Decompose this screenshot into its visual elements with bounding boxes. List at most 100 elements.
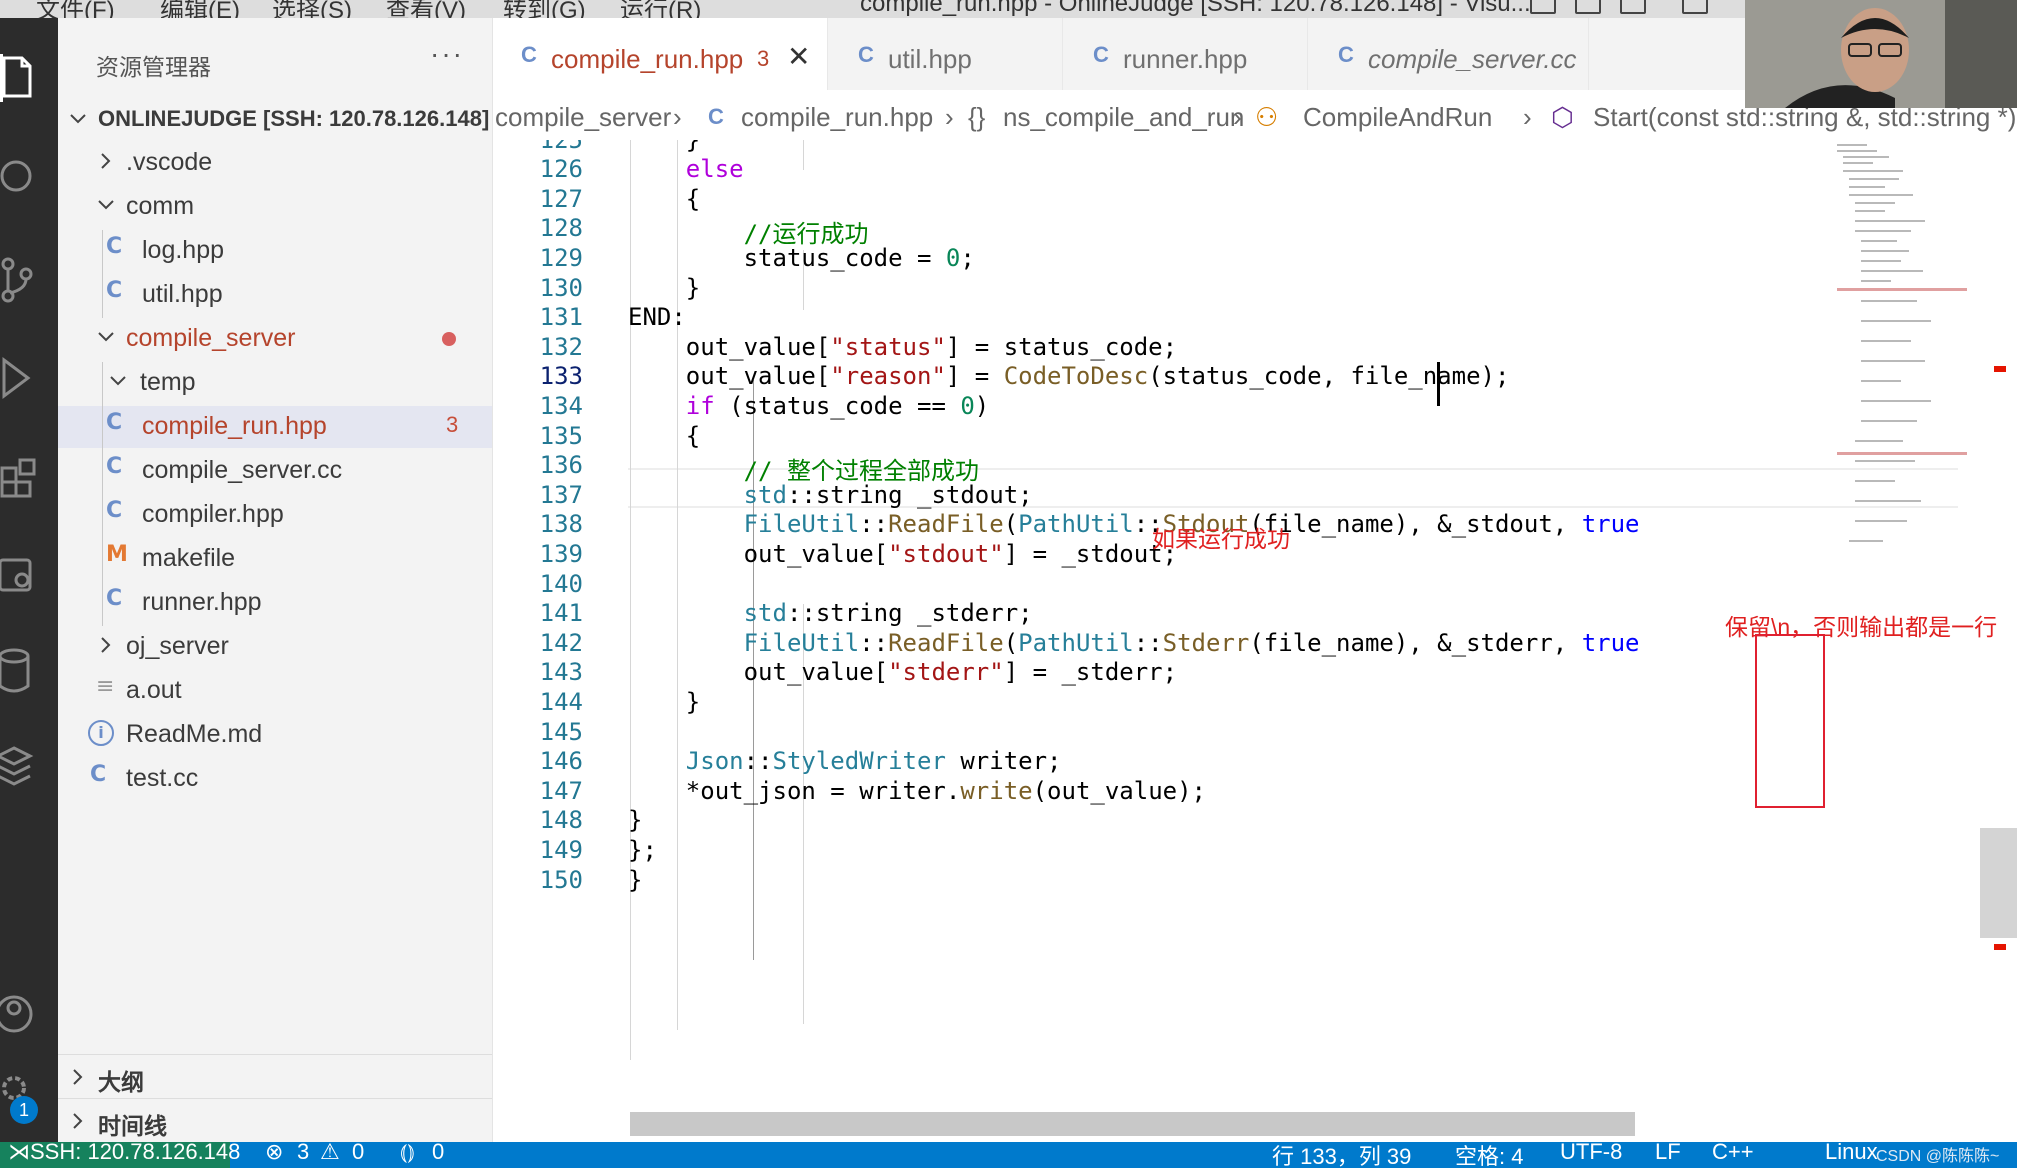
database-icon[interactable] xyxy=(0,642,58,702)
tree-item-oj-server[interactable]: oj_server xyxy=(58,626,492,668)
vertical-scrollbar[interactable] xyxy=(1970,140,2017,1140)
scrollbar-thumb[interactable] xyxy=(1980,828,2017,938)
extensions-icon[interactable] xyxy=(0,446,58,506)
warning-count[interactable]: 0 xyxy=(352,1142,364,1165)
code-line[interactable]: FileUtil::ReadFile(PathUtil::Stderr(file… xyxy=(628,629,1640,657)
menu-edit[interactable]: 编辑(E) xyxy=(160,0,240,18)
encoding[interactable]: UTF-8 xyxy=(1560,1142,1622,1165)
code-line[interactable]: std::string _stderr; xyxy=(628,599,1033,627)
run-debug-icon[interactable] xyxy=(0,350,58,410)
code-line[interactable]: status_code = 0; xyxy=(628,244,975,272)
cpp-file-icon: C xyxy=(1338,42,1354,67)
code-line[interactable]: } xyxy=(628,866,642,894)
breadcrumb-folder[interactable]: compile_server xyxy=(495,102,671,133)
horizontal-scrollbar-thumb[interactable] xyxy=(630,1112,1635,1136)
tree-item-readme[interactable]: i ReadMe.md xyxy=(58,714,492,756)
error-icon[interactable]: ⊗ xyxy=(265,1142,283,1165)
chevron-right-icon xyxy=(73,1069,83,1085)
code-line[interactable]: } xyxy=(628,274,700,302)
menu-run[interactable]: 运行(R) xyxy=(620,0,701,18)
source-control-icon[interactable] xyxy=(0,250,58,310)
tree-item-label: temp xyxy=(140,368,196,396)
chevron-right-icon: › xyxy=(945,102,954,132)
end-of-line[interactable]: LF xyxy=(1655,1142,1681,1165)
notification-badge: 1 xyxy=(10,1096,38,1124)
timeline-section[interactable]: 时间线 xyxy=(58,1098,492,1143)
code-line[interactable]: }; xyxy=(628,836,657,864)
code-editor[interactable]: 124 status_code = run_result;125 }126 el… xyxy=(493,140,2017,1142)
tree-item-makefile[interactable]: M makefile xyxy=(58,538,492,580)
code-line[interactable]: { xyxy=(628,422,700,450)
tree-item-compile-server-cc[interactable]: C compile_server.cc xyxy=(58,450,492,492)
code-line[interactable]: *out_json = writer.write(out_value); xyxy=(628,777,1206,805)
tree-item-log-hpp[interactable]: C log.hpp xyxy=(58,230,492,272)
toggle-panel-icon[interactable] xyxy=(1575,0,1601,14)
code-line[interactable]: std::string _stdout; xyxy=(628,481,1033,509)
warning-icon[interactable]: ⚠ xyxy=(320,1142,340,1165)
explorer-icon[interactable] xyxy=(0,48,58,108)
toggle-secondary-sidebar-icon[interactable] xyxy=(1620,0,1646,14)
remote-indicator[interactable]: ⋊ SSH: 120.78.126.148 xyxy=(0,1142,240,1168)
more-actions-icon[interactable]: ··· xyxy=(430,38,464,70)
language-mode[interactable]: C++ xyxy=(1712,1142,1754,1165)
ports-count[interactable]: 0 xyxy=(432,1142,444,1165)
code-line[interactable]: Json::StyledWriter writer; xyxy=(628,747,1062,775)
code-line[interactable]: out_value["stderr"] = _stderr; xyxy=(628,658,1177,686)
code-line[interactable]: if (status_code == 0) xyxy=(628,392,989,420)
code-line[interactable]: } xyxy=(628,688,700,716)
tree-item-compiler-hpp[interactable]: C compiler.hpp xyxy=(58,494,492,536)
menu-file[interactable]: 文件(F) xyxy=(36,0,115,18)
breadcrumb-namespace[interactable]: ns_compile_and_run xyxy=(1003,102,1244,133)
toggle-sidebar-icon[interactable] xyxy=(1530,0,1556,14)
tree-indent-guide xyxy=(102,230,103,318)
tree-item-test-cc[interactable]: C test.cc xyxy=(58,758,492,800)
code-line[interactable]: END: xyxy=(628,303,686,331)
line-number: 143 xyxy=(539,658,583,687)
layers-icon[interactable] xyxy=(0,738,58,798)
tree-item-compile-run-hpp[interactable]: C compile_run.hpp 3 xyxy=(58,406,492,448)
tree-item-temp[interactable]: temp xyxy=(58,362,492,404)
account-icon[interactable] xyxy=(0,984,58,1044)
menu-view[interactable]: 查看(V) xyxy=(386,0,466,18)
code-line[interactable]: FileUtil::ReadFile(PathUtil::Stdout(file… xyxy=(628,510,1640,538)
remote-label: SSH: 120.78.126.148 xyxy=(30,1142,241,1164)
menu-go[interactable]: 转到(G) xyxy=(503,0,586,18)
code-line[interactable]: { xyxy=(628,185,700,213)
cursor-position[interactable]: 行 133，列 39 xyxy=(1272,1142,1411,1168)
tree-item-label: a.out xyxy=(126,676,182,704)
workspace-root[interactable]: ONLINEJUDGE [SSH: 120.78.126.148] xyxy=(58,100,492,142)
tree-item-comm[interactable]: comm xyxy=(58,186,492,228)
tree-item-compile-server[interactable]: compile_server xyxy=(58,318,492,360)
code-line[interactable]: out_value["status"] = status_code; xyxy=(628,333,1177,361)
breadcrumb-file[interactable]: compile_run.hpp xyxy=(741,102,933,133)
tree-item-vscode[interactable]: .vscode xyxy=(58,142,492,184)
error-count[interactable]: 3 xyxy=(297,1142,309,1165)
tree-item-runner-hpp[interactable]: C runner.hpp xyxy=(58,582,492,624)
customize-layout-icon[interactable] xyxy=(1682,0,1708,14)
breadcrumb-class[interactable]: CompileAndRun xyxy=(1303,102,1492,133)
tree-item-a-out[interactable]: ≡ a.out xyxy=(58,670,492,712)
line-number: 131 xyxy=(539,303,583,332)
search-icon[interactable] xyxy=(0,150,58,210)
platform[interactable]: Linux xyxy=(1825,1142,1878,1165)
code-line[interactable]: } xyxy=(628,140,700,154)
minimap[interactable] xyxy=(1837,140,1967,600)
code-line[interactable]: out_value["stdout"] = _stdout; xyxy=(628,540,1177,568)
remote-explorer-icon[interactable] xyxy=(0,546,58,606)
code-line[interactable]: out_value["reason"] = CodeToDesc(status_… xyxy=(628,362,1510,390)
tree-item-label: util.hpp xyxy=(142,280,223,308)
menu-selection[interactable]: 选择(S) xyxy=(272,0,352,18)
code-line[interactable]: } xyxy=(628,806,642,834)
ports-icon[interactable]: ⦅⦆ xyxy=(400,1142,415,1165)
code-line[interactable]: else xyxy=(628,155,744,183)
tab-runner-hpp[interactable]: C runner.hpp xyxy=(1063,18,1308,90)
indentation[interactable]: 空格: 4 xyxy=(1455,1142,1523,1168)
chevron-right-icon: › xyxy=(1233,102,1242,132)
outline-section[interactable]: 大纲 xyxy=(58,1054,492,1099)
tab-util-hpp[interactable]: C util.hpp xyxy=(828,18,1063,90)
tab-compile-server-cc[interactable]: C compile_server.cc xyxy=(1308,18,1589,90)
tab-label: runner.hpp xyxy=(1123,44,1248,74)
tab-compile-run-hpp[interactable]: C compile_run.hpp 3 ✕ xyxy=(493,18,828,90)
tree-item-util-hpp[interactable]: C util.hpp xyxy=(58,274,492,316)
close-icon[interactable]: ✕ xyxy=(787,40,810,73)
